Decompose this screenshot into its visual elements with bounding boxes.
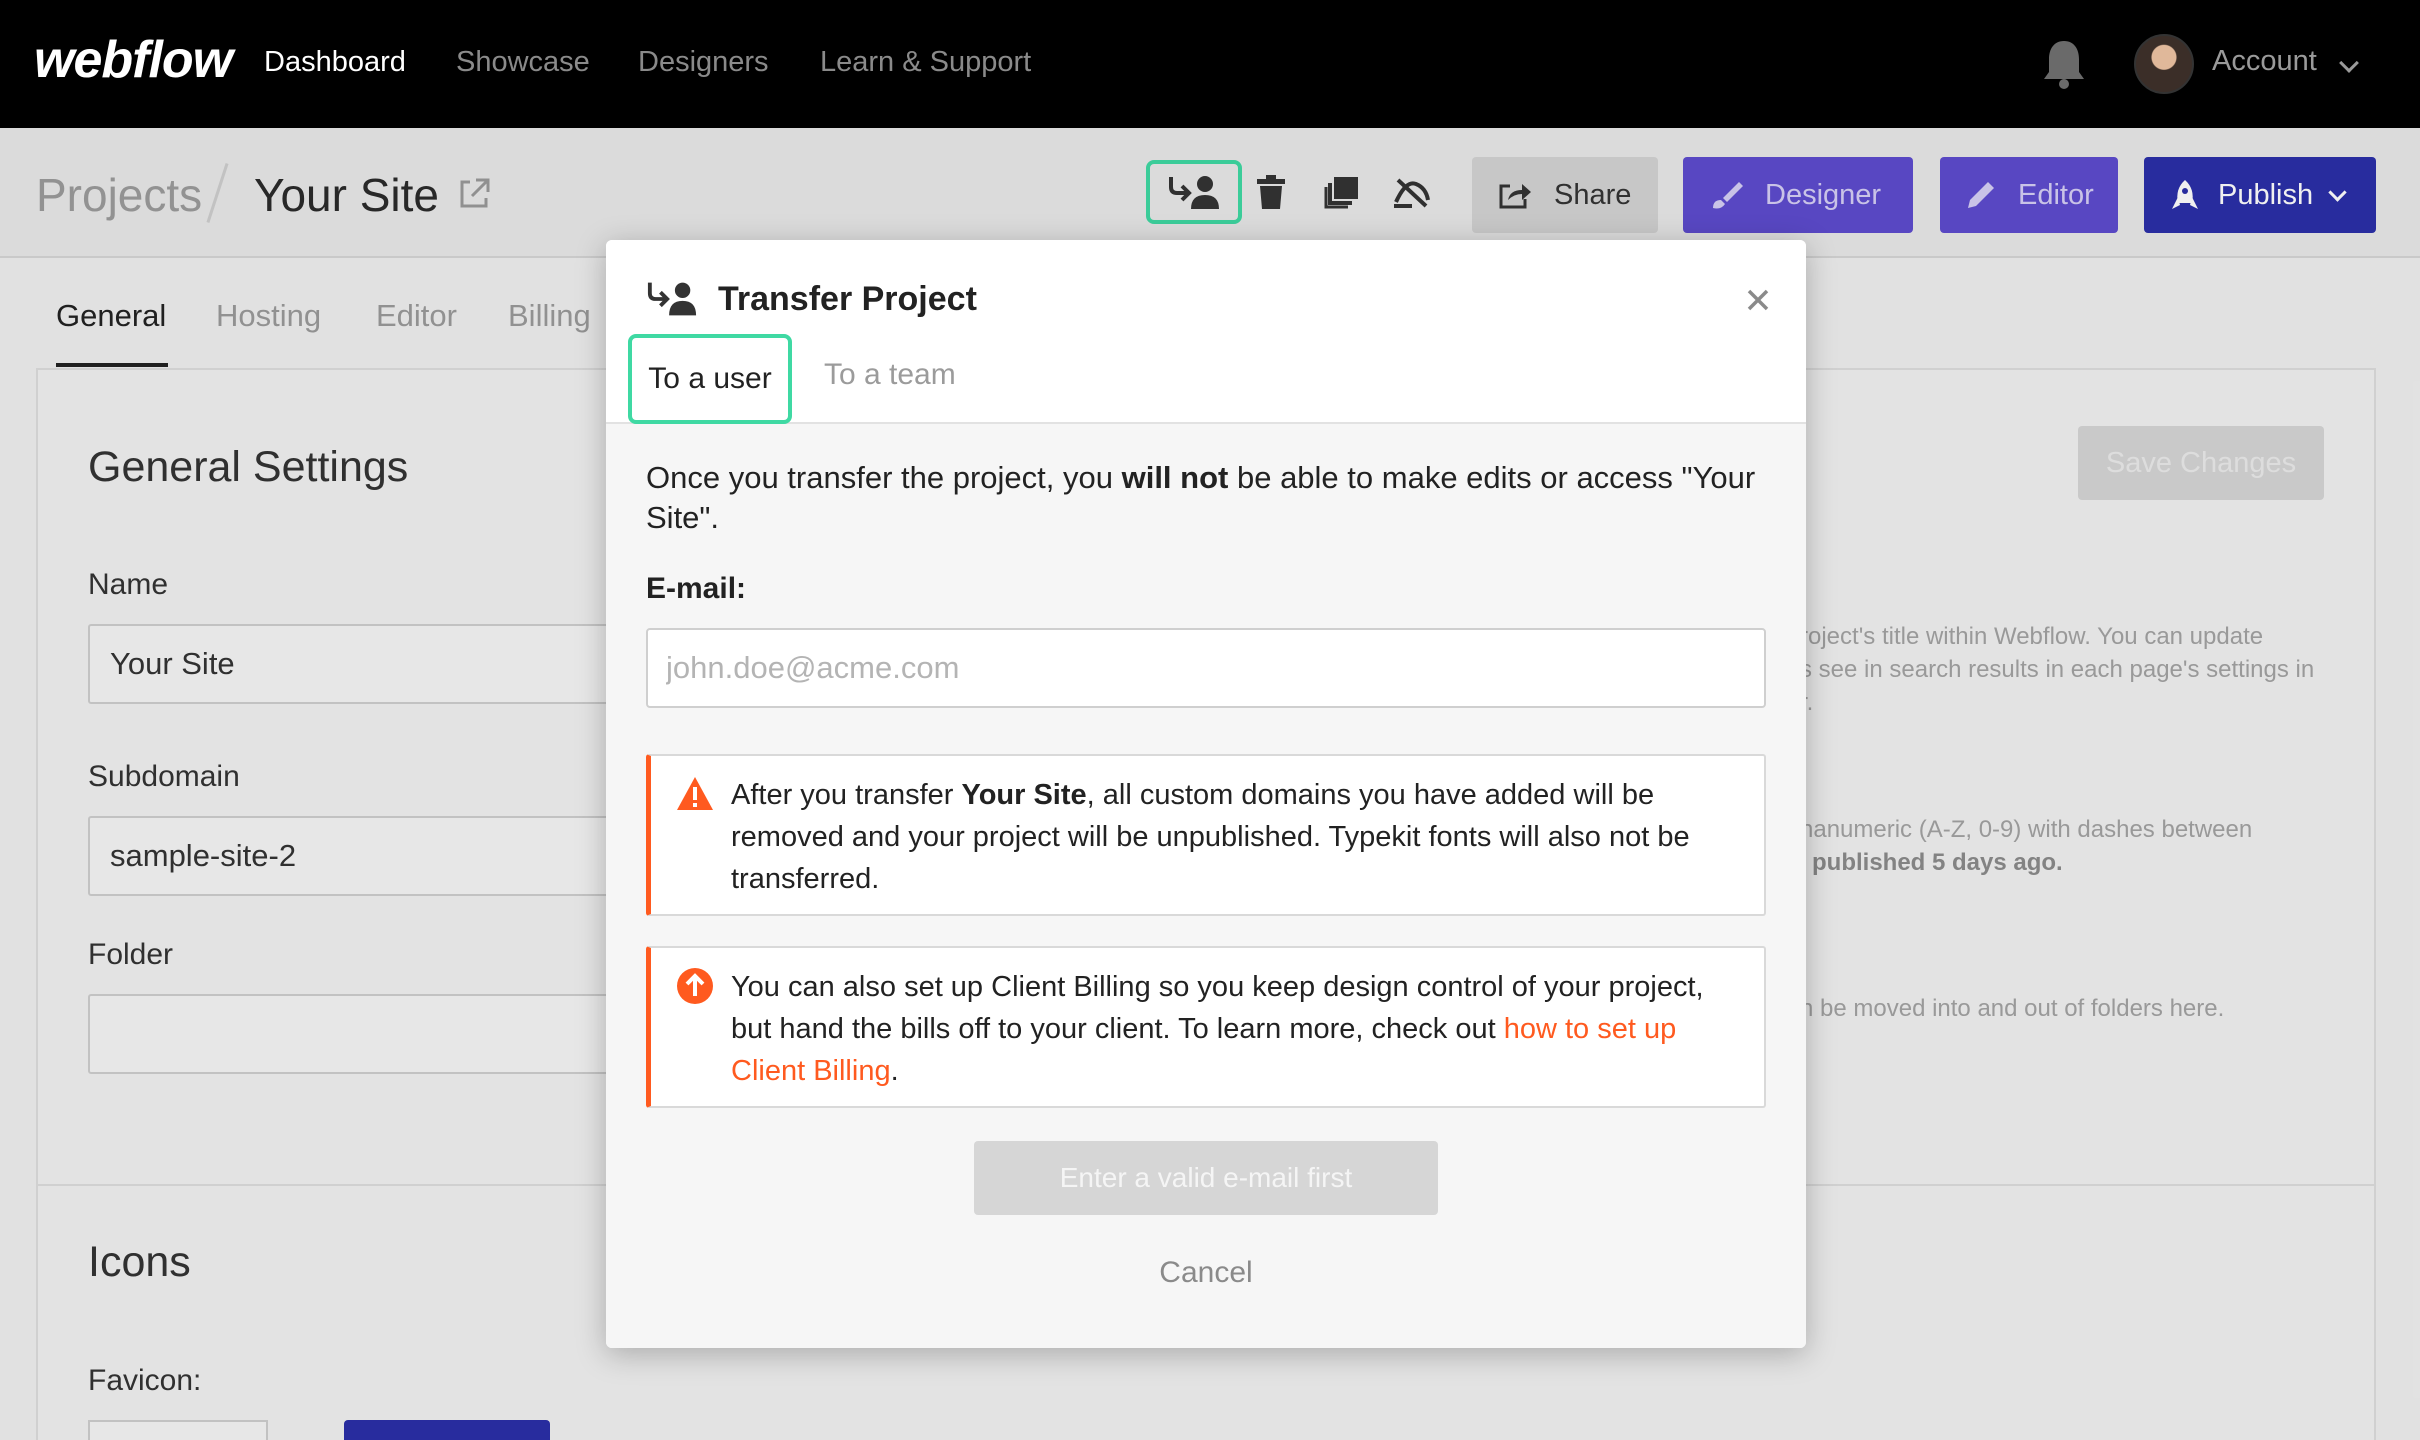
nav-showcase[interactable]: Showcase [456, 46, 590, 79]
warning-text: After you transfer Your Site, all custom… [731, 779, 1690, 895]
modal-header: Transfer Project To a user To a team [606, 240, 1806, 424]
warning-alert: After you transfer Your Site, all custom… [646, 754, 1766, 916]
cancel-button[interactable]: Cancel [606, 1256, 1806, 1290]
nav-designers[interactable]: Designers [638, 46, 769, 79]
tab-to-a-team[interactable]: To a team [824, 358, 956, 392]
transfer-project-modal: Transfer Project To a user To a team Onc… [606, 240, 1806, 1348]
tab-to-a-user[interactable]: To a user [628, 334, 792, 424]
transfer-user-icon [647, 282, 697, 316]
top-navigation: webflow Dashboard Showcase Designers Lea… [0, 0, 2420, 128]
warning-icon [677, 777, 713, 810]
info-alert: You can also set up Client Billing so yo… [646, 946, 1766, 1108]
modal-body: Once you transfer the project, you will … [606, 424, 1806, 1348]
email-label: E-mail: [646, 572, 747, 605]
modal-title: Transfer Project [718, 280, 977, 318]
transfer-submit-button[interactable]: Enter a valid e-mail first [974, 1141, 1438, 1215]
nav-dashboard[interactable]: Dashboard [264, 46, 406, 79]
account-menu[interactable]: Account [2212, 45, 2317, 78]
webflow-logo[interactable]: webflow [34, 30, 233, 90]
close-icon[interactable] [1742, 284, 1774, 316]
email-input[interactable] [646, 628, 1766, 708]
upgrade-arrow-icon [677, 968, 713, 1004]
nav-learn-support[interactable]: Learn & Support [820, 46, 1031, 79]
bell-icon[interactable] [2040, 38, 2088, 90]
transfer-intro-text: Once you transfer the project, you will … [646, 460, 1756, 535]
avatar[interactable] [2134, 34, 2194, 94]
info-text: You can also set up Client Billing so yo… [731, 971, 1704, 1087]
chevron-down-icon[interactable] [2339, 53, 2359, 73]
